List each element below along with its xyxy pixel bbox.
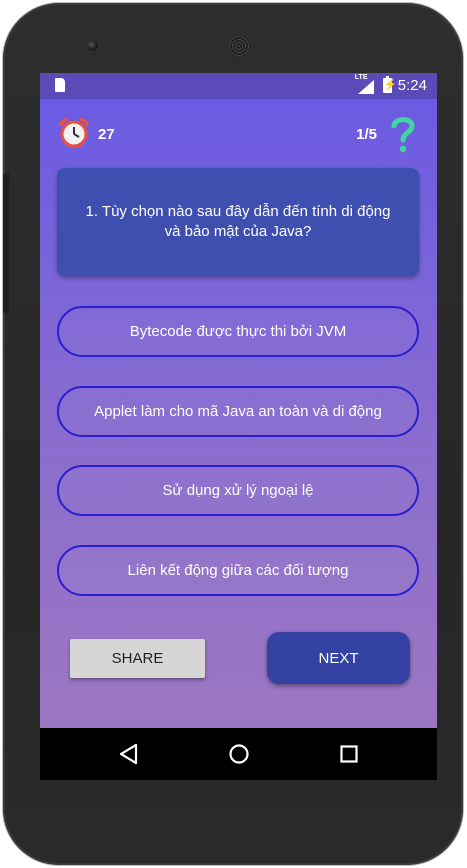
- proximity-sensors: [373, 41, 395, 59]
- lte-signal-icon: LTE: [355, 74, 377, 94]
- earpiece-speaker: [228, 35, 250, 57]
- question-text: 1. Tùy chọn nào sau đây dẫn đến tính di …: [85, 203, 391, 240]
- quiz-screen: 27 1/5 1. Tùy chọn nào sau đây dẫn đến t…: [40, 99, 437, 728]
- status-bar: LTE ⚡ 5:24: [40, 73, 437, 99]
- sd-card-icon: [55, 78, 65, 92]
- share-button[interactable]: SHARE: [70, 639, 205, 678]
- status-time: 5:24: [397, 76, 427, 94]
- navigation-bar: [40, 728, 437, 780]
- phone-frame: LTE ⚡ 5:24 27 1/5 1. Tùy chọn nào sau đâ…: [3, 3, 463, 865]
- answer-option-1[interactable]: Bytecode được thực thi bởi JVM: [57, 306, 419, 357]
- front-camera: [87, 40, 98, 51]
- device-screen: LTE ⚡ 5:24 27 1/5 1. Tùy chọn nào sau đâ…: [40, 73, 437, 780]
- question-progress: 1/5: [356, 126, 377, 143]
- back-triangle-icon[interactable]: [118, 743, 140, 765]
- battery-charging-icon: ⚡: [382, 75, 398, 93]
- answer-option-2[interactable]: Applet làm cho mã Java an toàn và di độn…: [57, 386, 419, 437]
- answer-option-4[interactable]: Liên kết động giữa các đối tượng: [57, 545, 419, 596]
- answer-option-3[interactable]: Sử dụng xử lý ngoại lệ: [57, 465, 419, 516]
- question-mark-icon[interactable]: [389, 114, 417, 154]
- recent-apps-square-icon[interactable]: [339, 744, 359, 764]
- home-circle-icon[interactable]: [228, 743, 250, 765]
- next-button[interactable]: NEXT: [267, 632, 410, 684]
- alarm-clock-icon: [59, 118, 89, 148]
- power-button: [3, 173, 9, 313]
- timer-value: 27: [98, 126, 115, 143]
- question-card: 1. Tùy chọn nào sau đây dẫn đến tính di …: [57, 168, 419, 276]
